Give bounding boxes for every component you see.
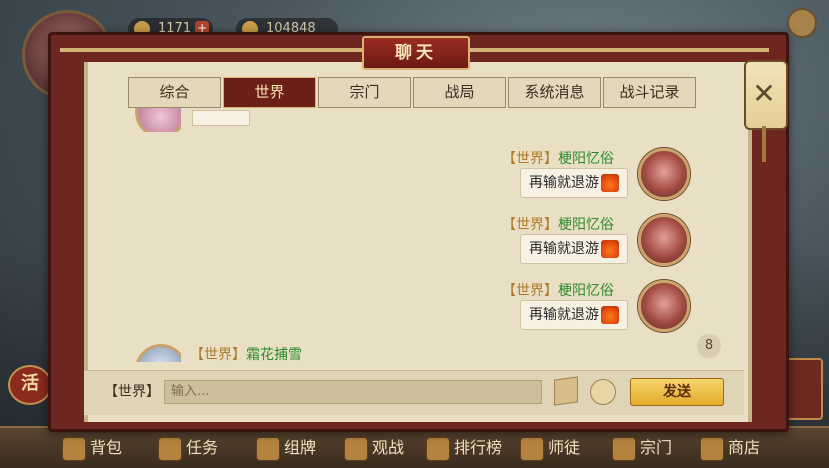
- unread-count-badge[interactable]: 8: [697, 334, 721, 358]
- fire-emoji-icon: [601, 306, 619, 324]
- nav-sect-label: 宗门: [640, 438, 673, 457]
- nav-shop[interactable]: 商店: [700, 434, 760, 462]
- avatar-partial-message[interactable]: [135, 344, 181, 362]
- deck-icon: [256, 436, 280, 461]
- nav-deck[interactable]: 组牌: [256, 434, 316, 462]
- fire-emoji-icon: [601, 240, 619, 258]
- input-channel-label[interactable]: 【世界】: [104, 381, 160, 401]
- message-text: 再输就退游: [529, 241, 599, 257]
- phrasebook-icon[interactable]: [554, 376, 578, 406]
- message-bubble: 再输就退游: [520, 168, 628, 198]
- message-username[interactable]: 梗阳忆俗: [558, 217, 614, 233]
- channel-tabs: 综合 世界 宗门 战局 系统消息 战斗记录: [128, 77, 698, 108]
- scroll-icon[interactable]: [785, 358, 823, 420]
- message-channel: 【世界】: [502, 217, 558, 233]
- tab-world[interactable]: 世界: [223, 77, 316, 108]
- settings-gear-icon[interactable]: [787, 8, 817, 38]
- leaderboard-icon: [426, 436, 450, 461]
- sender-avatar[interactable]: [638, 214, 690, 266]
- message-bubble: 再输就退游: [520, 300, 628, 330]
- message-text: 再输就退游: [529, 175, 599, 191]
- sender-avatar[interactable]: [638, 280, 690, 332]
- spectate-icon: [344, 436, 368, 461]
- nav-bag-label: 背包: [90, 438, 123, 457]
- nav-sect[interactable]: 宗门: [612, 434, 672, 462]
- nav-tasks-label: 任务: [186, 438, 219, 457]
- chat-input[interactable]: 输入...: [164, 380, 542, 404]
- tasks-icon: [158, 436, 182, 461]
- nav-spectate-label: 观战: [372, 438, 405, 457]
- nav-mentor-label: 师徒: [548, 438, 581, 457]
- nav-leaderboard-label: 排行榜: [454, 438, 503, 457]
- nav-leaderboard[interactable]: 排行榜: [426, 434, 502, 462]
- tab-system[interactable]: 系统消息: [508, 77, 601, 108]
- tab-sect[interactable]: 宗门: [318, 77, 411, 108]
- message-header: 【世界】梗阳忆俗: [502, 280, 614, 300]
- lantern-tassel: [762, 126, 766, 162]
- sect-icon: [612, 436, 636, 461]
- bag-icon: [62, 436, 86, 461]
- nav-bag[interactable]: 背包: [62, 434, 122, 462]
- nav-deck-label: 组牌: [284, 438, 317, 457]
- nav-tasks[interactable]: 任务: [158, 434, 218, 462]
- shop-icon: [700, 436, 724, 461]
- nav-mentor[interactable]: 师徒: [520, 434, 580, 462]
- message-bubble: 再输就退游: [520, 234, 628, 264]
- message-channel: 【世界】: [502, 151, 558, 167]
- message-channel: 【世界】: [502, 283, 558, 299]
- panel-title: 聊天: [362, 36, 470, 70]
- fire-emoji-icon: [601, 174, 619, 192]
- message-header: 【世界】梗阳忆俗: [502, 148, 614, 168]
- avatar-previous-message[interactable]: [135, 108, 181, 132]
- bubble-previous-message: [192, 110, 250, 126]
- message-username[interactable]: 梗阳忆俗: [558, 283, 614, 299]
- activity-badge-label: 活: [21, 373, 39, 394]
- emoji-icon[interactable]: [590, 379, 616, 405]
- bottom-navigation-bar: 背包 任务 组牌 观战 排行榜 师徒 宗门 商店: [0, 426, 829, 468]
- message-text: 再输就退游: [529, 307, 599, 323]
- message-channel: 【世界】: [190, 347, 246, 363]
- send-button[interactable]: 发送: [630, 378, 724, 406]
- message-header: 【世界】梗阳忆俗: [502, 214, 614, 234]
- message-username[interactable]: 霜花捕雪: [246, 347, 302, 363]
- sender-avatar[interactable]: [638, 148, 690, 200]
- nav-shop-label: 商店: [728, 438, 761, 457]
- tab-general[interactable]: 综合: [128, 77, 221, 108]
- nav-spectate[interactable]: 观战: [344, 434, 404, 462]
- message-header-partial: 【世界】霜花捕雪: [190, 344, 302, 364]
- tab-battle[interactable]: 战局: [413, 77, 506, 108]
- mentor-icon: [520, 436, 544, 461]
- activity-badge[interactable]: 活: [8, 365, 52, 405]
- tab-combat-log[interactable]: 战斗记录: [603, 77, 696, 108]
- message-username[interactable]: 梗阳忆俗: [558, 151, 614, 167]
- close-icon[interactable]: ✕: [744, 74, 784, 114]
